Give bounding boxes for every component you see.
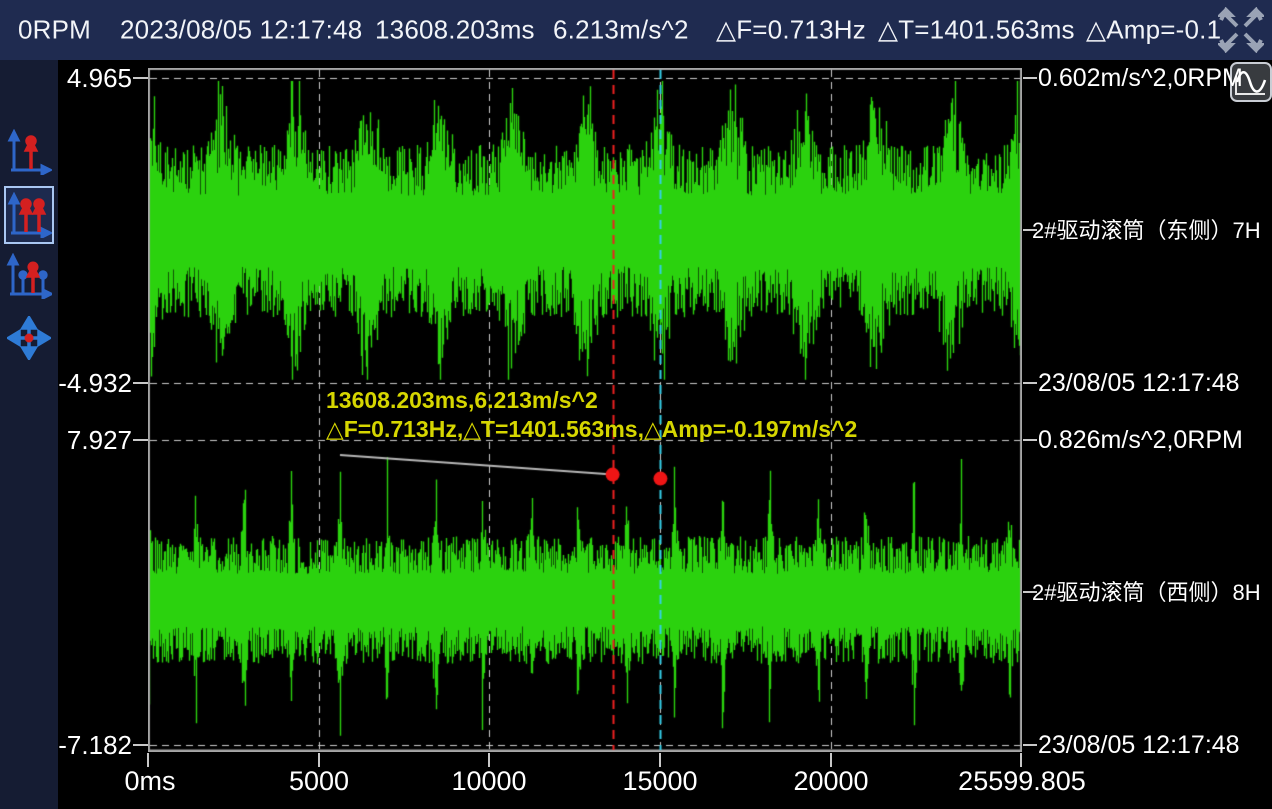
- status-bar: 0RPM 2023/08/05 12:17:48 13608.203ms 6.2…: [0, 0, 1272, 60]
- plot2-timestamp-label: 23/08/05 12:17:48: [1038, 731, 1240, 759]
- x-tick-label-5: 25599.805: [942, 766, 1102, 797]
- delta-amp-readout: △Amp=-0.1: [1086, 15, 1221, 46]
- axis-tick: [1023, 744, 1037, 746]
- axis-tick: [1023, 439, 1037, 441]
- axis-tick: [1023, 229, 1037, 231]
- annotation-line2: △F=0.713Hz,△T=1401.563ms,△Amp=-0.197m/s^…: [326, 415, 857, 444]
- plot1-ymin-label: -4.932: [40, 369, 132, 397]
- double-cursor-tool[interactable]: [4, 186, 54, 244]
- harmonic-cursor-icon: [6, 253, 52, 299]
- axis-tick: [1023, 382, 1037, 384]
- datetime-readout: 2023/08/05 12:17:48: [120, 15, 362, 46]
- plot1-timestamp-label: 23/08/05 12:17:48: [1038, 369, 1240, 397]
- axis-tick: [830, 753, 832, 767]
- double-cursor-icon: [6, 192, 52, 238]
- plot2-ymax-label: 7.927: [40, 426, 132, 454]
- plot2-rms-label: 0.826m/s^2,0RPM: [1038, 426, 1243, 454]
- axis-tick: [133, 77, 148, 79]
- plot1-rms-label: 0.602m/s^2,0RPM: [1038, 64, 1243, 92]
- plot2-channel-label: 2#驱动滚筒（西侧）8H: [1032, 579, 1261, 607]
- pan-tool[interactable]: [4, 312, 54, 364]
- axis-tick: [1020, 753, 1022, 767]
- plot1-channel-label: 2#驱动滚筒（东侧）7H: [1032, 217, 1261, 245]
- delta-freq-readout: △F=0.713Hz: [716, 15, 866, 46]
- x-tick-label-0: 0ms: [70, 766, 230, 797]
- harmonic-cursor-tool[interactable]: [4, 250, 54, 302]
- x-tick-label-4: 20000: [751, 766, 911, 797]
- axis-tick: [133, 439, 148, 441]
- cursor-annotation: 13608.203ms,6.213m/s^2 △F=0.713Hz,△T=140…: [326, 386, 857, 444]
- axis-tick: [1023, 77, 1037, 79]
- delta-time-readout: △T=1401.563ms: [878, 15, 1075, 46]
- axis-tick: [659, 753, 661, 767]
- x-tick-label-2: 10000: [409, 766, 569, 797]
- plot2-ymin-label: -7.182: [40, 731, 132, 759]
- cursor-time-readout: 13608.203ms: [375, 15, 535, 46]
- single-cursor-icon: [6, 129, 52, 175]
- axis-tick: [488, 753, 490, 767]
- x-tick-label-3: 15000: [580, 766, 740, 797]
- axis-tick: [133, 744, 148, 746]
- annotation-line1: 13608.203ms,6.213m/s^2: [326, 386, 857, 415]
- app-window: 0RPM 2023/08/05 12:17:48 13608.203ms 6.2…: [0, 0, 1272, 809]
- x-tick-label-1: 5000: [239, 766, 399, 797]
- pan-move-icon: [7, 316, 51, 360]
- fullscreen-expand-icon[interactable]: [1218, 7, 1264, 53]
- plot1-ymax-label: 4.965: [40, 64, 132, 92]
- rpm-readout: 0RPM: [18, 15, 91, 46]
- axis-tick: [147, 753, 149, 767]
- axis-tick: [133, 382, 148, 384]
- cursor-amp-readout: 6.213m/s^2: [553, 15, 689, 46]
- axis-tick: [1023, 591, 1037, 593]
- single-cursor-tool[interactable]: [4, 126, 54, 178]
- axis-tick: [318, 753, 320, 767]
